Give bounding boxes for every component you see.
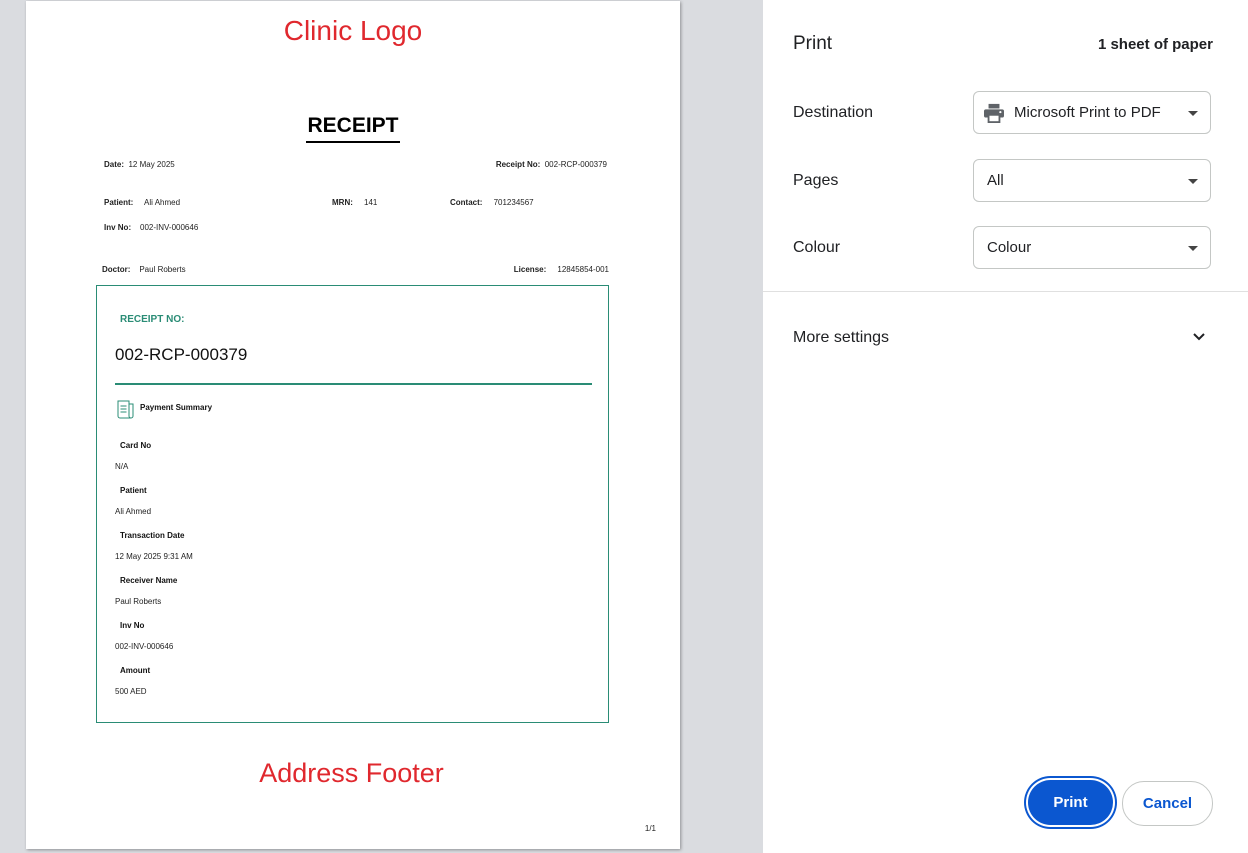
colour-select[interactable]: Colour [973,226,1211,269]
pages-select[interactable]: All [973,159,1211,202]
caret-down-icon [1188,111,1198,116]
patient-label: Patient: [104,198,134,207]
license-row: License: 12845854-001 [514,265,609,274]
inv-row: Inv No: 002-INV-000646 [104,223,198,232]
destination-value: Microsoft Print to PDF [1014,104,1161,121]
caret-down-icon [1188,246,1198,251]
date-label: Date: [104,160,125,169]
destination-label: Destination [793,104,874,121]
payment-summary-title: Payment Summary [140,403,213,412]
receipt-title-text: RECEIPT [306,114,400,143]
receipt-box-divider [115,383,592,385]
date-row: Date: 12 May 2025 [104,160,175,169]
pages-value: All [987,172,1004,189]
receipt-box-number: 002-RCP-000379 [115,345,248,364]
transaction-date-label: Transaction Date [120,531,185,540]
receiver-name-value: Paul Roberts [115,597,162,606]
receipt-no-label: Receipt No: [495,160,541,169]
receipt-title: RECEIPT [26,114,680,143]
patient-value: Ali Ahmed [144,198,181,207]
contact-label: Contact: [450,198,483,207]
doctor-label: Doctor: [102,265,131,274]
inv-no-field-value: 002-INV-000646 [115,642,174,651]
print-dialog-title: Print [793,33,833,54]
amount-value: 500 AED [115,687,147,696]
receipt-box-label: RECEIPT NO: [120,314,185,325]
date-value: 12 May 2025 [128,160,175,169]
mrn-row: MRN: 141 [332,198,377,207]
preview-page: Clinic Logo RECEIPT Date: 12 May 2025 Re… [26,1,680,849]
doctor-value: Paul Roberts [139,265,186,274]
cancel-button[interactable]: Cancel [1122,781,1213,826]
doctor-row: Doctor: Paul Roberts [102,265,186,274]
chevron-down-icon[interactable] [1192,332,1206,342]
transaction-date-value: 12 May 2025 9:31 AM [115,552,193,561]
pages-label: Pages [793,172,839,189]
sheet-count: 1 sheet of paper [1097,36,1213,53]
license-label: License: [513,265,547,274]
receipt-no-row: Receipt No: 002-RCP-000379 [496,160,607,169]
patient-row: Patient: Ali Ahmed [104,198,180,207]
mrn-label: MRN: [332,198,353,207]
address-footer-placeholder: Address Footer [259,758,444,788]
license-value: 12845854-001 [557,265,609,274]
inv-label: Inv No: [104,223,132,232]
inv-value: 002-INV-000646 [140,223,199,232]
printer-icon [984,103,1004,123]
clinic-logo-placeholder: Clinic Logo [283,15,423,46]
page-number: 1/1 [644,824,656,833]
colour-value: Colour [987,239,1032,256]
receipt-no-value: 002-RCP-000379 [544,160,607,169]
contact-value: 701234567 [493,198,534,207]
more-settings-toggle[interactable]: More settings [793,329,889,347]
receipt-box: RECEIPT NO: 002-RCP-000379 Payment Summa… [96,285,609,723]
print-settings-panel: Print 1 sheet of paper Destination Micro… [763,0,1248,853]
receipt-icon [117,400,134,419]
colour-label: Colour [793,239,841,256]
card-no-value: N/A [115,462,129,471]
card-no-label: Card No [120,441,152,450]
receiver-name-label: Receiver Name [120,576,178,585]
inv-no-field-label: Inv No [120,621,145,630]
amount-label: Amount [120,666,151,675]
caret-down-icon [1188,179,1198,184]
print-button[interactable]: Print [1028,780,1113,825]
print-preview-area[interactable]: Clinic Logo RECEIPT Date: 12 May 2025 Re… [0,0,763,853]
patient-field-label: Patient [120,486,147,495]
contact-row: Contact: 701234567 [450,198,534,207]
patient-field-value: Ali Ahmed [115,507,152,516]
destination-select[interactable]: Microsoft Print to PDF [973,91,1211,134]
mrn-value: 141 [364,198,378,207]
settings-divider [763,291,1248,292]
